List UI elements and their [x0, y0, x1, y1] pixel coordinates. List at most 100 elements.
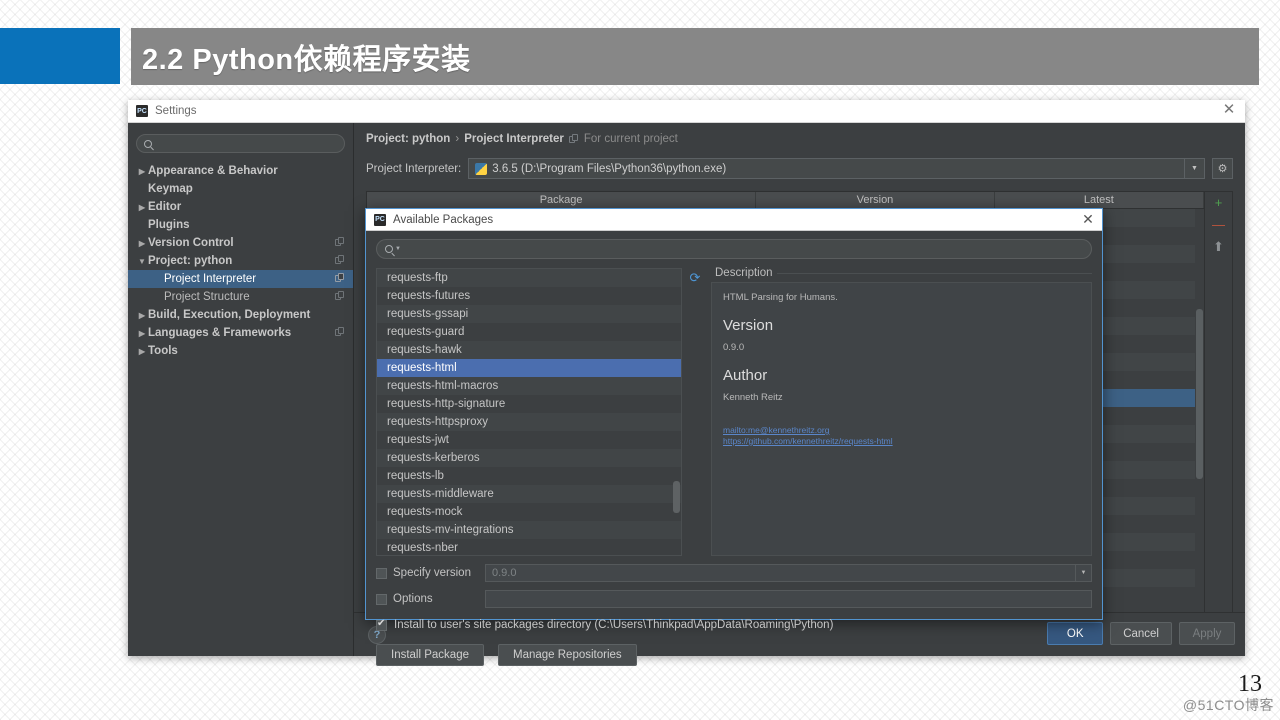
cancel-button[interactable]: Cancel — [1110, 622, 1172, 645]
slide-title-bar: 2.2 Python依赖程序安装 — [131, 28, 1259, 85]
available-packages-buttons: Install Package Manage Repositories — [376, 644, 1092, 666]
sidebar-item-label: Tools — [148, 345, 178, 357]
sidebar-item-label: Project Interpreter — [164, 273, 257, 285]
install-package-label: Install Package — [391, 649, 469, 661]
chevron-right-icon: ▶ — [138, 238, 146, 248]
column-header-version[interactable]: Version — [756, 192, 995, 208]
python-icon — [475, 162, 488, 175]
chevron-down-icon[interactable]: ▼ — [395, 246, 401, 252]
sidebar-item-languages-frameworks[interactable]: ▶ Languages & Frameworks — [128, 324, 353, 342]
sidebar-item-version-control[interactable]: ▶ Version Control — [128, 234, 353, 252]
project-interpreter-select[interactable]: 3.6.5 (D:\Program Files\Python36\python.… — [468, 158, 1205, 179]
chevron-right-icon: ▶ — [138, 202, 146, 212]
sidebar-item-tools[interactable]: ▶ Tools — [128, 342, 353, 360]
options-input[interactable] — [485, 590, 1092, 608]
package-search-input[interactable]: ▼ — [376, 239, 1092, 259]
description-author-value: Kenneth Reitz — [723, 392, 783, 403]
package-list-scrollbar[interactable] — [672, 269, 681, 555]
install-to-user-site-row[interactable]: Install to user's site packages director… — [376, 618, 1092, 631]
package-list[interactable]: requests-ftp requests-futures requests-gss… — [376, 268, 682, 556]
description-summary: HTML Parsing for Humans. — [723, 292, 838, 303]
package-list-item[interactable]: requests-guard — [377, 323, 681, 341]
upgrade-package-icon[interactable]: ⬆ — [1213, 240, 1224, 253]
author-email-link[interactable]: mailto:me@kennethreitz.org — [723, 425, 1080, 436]
package-list-item[interactable]: requests-http-signature — [377, 395, 681, 413]
remove-package-icon[interactable]: — — [1212, 218, 1225, 231]
packages-scrollbar[interactable] — [1195, 209, 1204, 612]
install-to-user-site-checkbox[interactable] — [376, 618, 387, 631]
watermark: @51CTO博客 — [1182, 697, 1274, 713]
scrollbar-thumb[interactable] — [673, 481, 680, 513]
packages-toolbar: + — ⬆ — [1204, 192, 1232, 612]
package-list-item[interactable]: requests-gssapi — [377, 305, 681, 323]
copy-settings-icon — [335, 255, 345, 266]
package-list-item[interactable]: requests-futures — [377, 287, 681, 305]
column-header-latest[interactable]: Latest — [995, 192, 1204, 208]
package-list-item[interactable]: requests-nber — [377, 539, 681, 555]
package-list-item[interactable]: requests-hawk — [377, 341, 681, 359]
install-package-button[interactable]: Install Package — [376, 644, 484, 666]
project-homepage-link[interactable]: https://github.com/kennethreitz/requests… — [723, 436, 1080, 447]
sidebar-item-label: Version Control — [148, 237, 234, 249]
page-title: 2.2 Python依赖程序安装 — [142, 43, 471, 76]
breadcrumb: Project: python › Project Interpreter Fo… — [366, 133, 1233, 145]
sidebar-item-project-python[interactable]: ▼ Project: python — [128, 252, 353, 270]
package-list-item[interactable]: requests-middleware — [377, 485, 681, 503]
sidebar-item-label: Plugins — [148, 219, 190, 231]
manage-repositories-label: Manage Repositories — [513, 649, 622, 661]
available-packages-dialog: PC Available Packages ✕ ▼ requests-ftp re… — [365, 208, 1103, 666]
breadcrumb-root[interactable]: Project: python — [366, 133, 450, 145]
options-checkbox[interactable] — [376, 593, 387, 605]
slide-accent-block — [0, 28, 120, 84]
settings-titlebar: PC Settings ✕ — [128, 100, 1245, 123]
manage-repositories-button[interactable]: Manage Repositories — [498, 644, 637, 666]
package-list-item[interactable]: requests-html-macros — [377, 377, 681, 395]
sidebar-item-project-interpreter[interactable]: Project Interpreter — [128, 270, 353, 288]
tree-search-input[interactable] — [136, 134, 345, 153]
apply-button: Apply — [1179, 622, 1235, 645]
breadcrumb-leaf: Project Interpreter — [464, 133, 564, 145]
specify-version-row: Specify version 0.9.0 ▼ — [376, 564, 1092, 582]
package-list-item[interactable]: requests-ftp — [377, 269, 681, 287]
close-icon[interactable]: ✕ — [1078, 211, 1098, 229]
gear-icon[interactable]: ⚙ — [1212, 158, 1233, 179]
sidebar-item-appearance-behavior[interactable]: ▶ Appearance & Behavior — [128, 162, 353, 180]
scrollbar-thumb[interactable] — [1196, 309, 1203, 479]
copy-settings-icon — [335, 327, 345, 338]
close-icon[interactable]: ✕ — [1219, 102, 1239, 120]
sidebar-item-keymap[interactable]: Keymap — [128, 180, 353, 198]
package-list-item[interactable]: requests-mock — [377, 503, 681, 521]
package-list-items: requests-ftp requests-futures requests-gss… — [377, 269, 681, 555]
column-header-package[interactable]: Package — [367, 192, 757, 208]
settings-tree-panel: ▶ Appearance & Behavior Keymap ▶ Editor … — [128, 123, 354, 656]
project-interpreter-row: Project Interpreter: 3.6.5 (D:\Program F… — [366, 158, 1233, 179]
chevron-down-icon[interactable]: ▼ — [1075, 565, 1091, 581]
chevron-down-icon: ▼ — [138, 256, 146, 266]
sidebar-item-build-execution-deployment[interactable]: ▶ Build, Execution, Deployment — [128, 306, 353, 324]
chevron-right-icon: ▶ — [138, 346, 146, 356]
sidebar-item-editor[interactable]: ▶ Editor — [128, 198, 353, 216]
add-package-icon[interactable]: + — [1215, 196, 1223, 209]
sidebar-item-plugins[interactable]: Plugins — [128, 216, 353, 234]
refresh-icon[interactable]: ⟳ — [690, 271, 701, 556]
specify-version-select[interactable]: 0.9.0 ▼ — [485, 564, 1092, 582]
description-content: HTML Parsing for Humans. Version 0.9.0 A… — [711, 282, 1092, 556]
package-list-item[interactable]: requests-kerberos — [377, 449, 681, 467]
available-packages-columns: requests-ftp requests-futures requests-gss… — [376, 267, 1092, 556]
package-list-item[interactable]: requests-lb — [377, 467, 681, 485]
project-interpreter-value: 3.6.5 (D:\Program Files\Python36\python.… — [492, 162, 727, 175]
sidebar-item-project-structure[interactable]: Project Structure — [128, 288, 353, 306]
sidebar-item-label: Project Structure — [164, 291, 250, 303]
chevron-right-icon: ▶ — [138, 310, 146, 320]
package-list-item[interactable]: requests-httpsproxy — [377, 413, 681, 431]
specify-version-checkbox[interactable] — [376, 567, 387, 579]
specify-version-value: 0.9.0 — [492, 567, 517, 579]
chevron-down-icon[interactable]: ▼ — [1184, 159, 1204, 178]
package-list-item[interactable]: requests-jwt — [377, 431, 681, 449]
package-list-item[interactable]: requests-mv-integrations — [377, 521, 681, 539]
pycharm-icon: PC — [136, 105, 148, 117]
search-icon — [385, 245, 393, 253]
description-label: Description — [711, 267, 777, 279]
package-list-item[interactable]: requests-html — [377, 359, 681, 377]
slide-number: 13 — [1238, 671, 1262, 697]
